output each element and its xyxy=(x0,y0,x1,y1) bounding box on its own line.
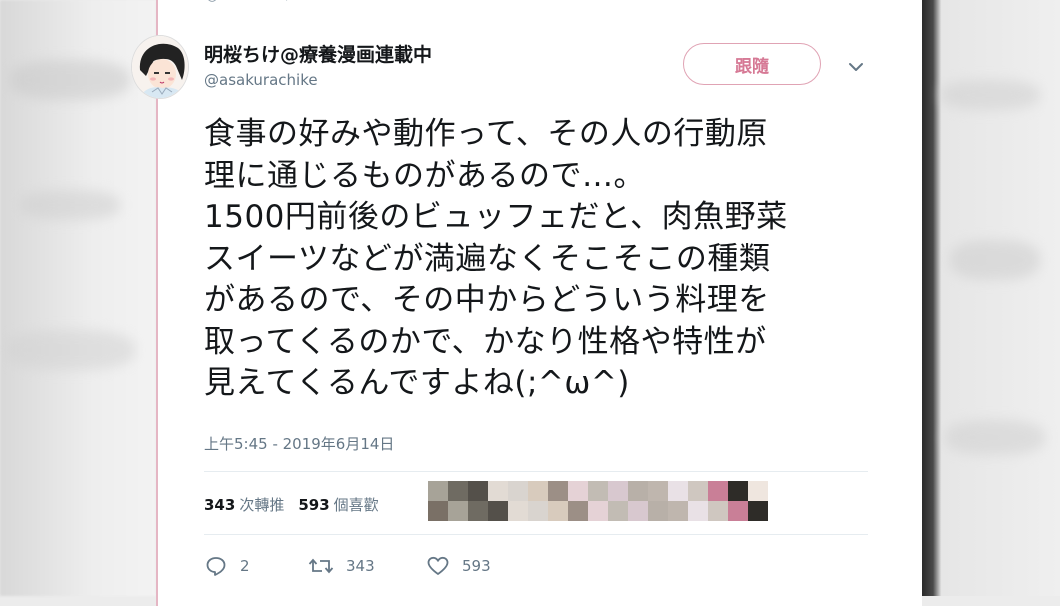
background-blur xyxy=(945,420,1045,455)
blurred-avatar-pixel xyxy=(728,481,748,501)
chevron-down-icon[interactable] xyxy=(844,55,868,79)
blurred-avatar-pixel xyxy=(648,501,668,521)
blurred-avatar-pixel xyxy=(468,501,488,521)
like-stat[interactable]: 593 個喜歡 xyxy=(298,494,378,515)
blurred-avatar-pixel xyxy=(568,501,588,521)
reply-icon[interactable]: ○ xyxy=(206,0,218,4)
like-stat-label: 個喜歡 xyxy=(333,496,379,514)
retweet-stat[interactable]: 343 次轉推 xyxy=(204,494,284,515)
background-blur xyxy=(10,60,130,100)
blurred-avatar-pixel xyxy=(708,501,728,521)
blurred-avatar-pixel xyxy=(448,501,468,521)
blurred-avatar-pixel xyxy=(528,501,548,521)
blurred-avatar-pixel xyxy=(428,481,448,501)
follow-button[interactable]: 跟隨 xyxy=(683,43,821,85)
reply-icon xyxy=(206,557,226,576)
background-blur xyxy=(5,330,135,370)
blurred-avatar-pixel xyxy=(508,481,528,501)
tweet-stats: 343 次轉推 593 個喜歡 xyxy=(204,494,379,515)
retweet-count: 343 xyxy=(204,496,236,514)
heart-icon xyxy=(427,556,449,575)
blurred-avatar-pixel xyxy=(588,481,608,501)
background-blur xyxy=(950,240,1040,280)
retweet-action-count: 343 xyxy=(346,557,375,575)
previous-tweet-actions: ○ ⇆ ♡ xyxy=(206,0,363,4)
blurred-avatar-pixel xyxy=(708,481,728,501)
display-name[interactable]: 明桜ちけ@療養漫画連載中 xyxy=(204,40,432,67)
blurred-avatar-pixel xyxy=(648,481,668,501)
retweet-stat-label: 次轉推 xyxy=(239,496,285,514)
blurred-avatar-pixel xyxy=(608,501,628,521)
like-count: 593 xyxy=(298,496,330,514)
divider xyxy=(204,471,868,472)
blurred-avatar-pixel xyxy=(748,481,768,501)
blurred-avatar-pixel xyxy=(628,481,648,501)
blurred-avatar-pixel xyxy=(568,481,588,501)
blurred-avatar-pixel xyxy=(728,501,748,521)
tweet-timestamp[interactable]: 上午5:45 - 2019年6月14日 xyxy=(204,433,394,454)
blurred-avatar-pixel xyxy=(588,501,608,521)
background-blur xyxy=(20,190,120,220)
retweet-icon xyxy=(308,558,334,574)
blurred-avatar-pixel xyxy=(468,481,488,501)
blurred-avatar-pixel xyxy=(748,501,768,521)
blurred-avatar-pixel xyxy=(508,501,528,521)
liker-avatars-blurred xyxy=(428,481,774,521)
blurred-avatar-pixel xyxy=(608,481,628,501)
background-blur xyxy=(940,80,1040,110)
blurred-avatar-pixel xyxy=(668,481,688,501)
retweet-action[interactable]: 343 xyxy=(308,554,426,578)
heart-icon[interactable]: ♡ xyxy=(350,0,363,4)
blurred-avatar-pixel xyxy=(488,501,508,521)
avatar[interactable] xyxy=(132,36,188,98)
blurred-avatar-pixel xyxy=(528,481,548,501)
reply-count: 2 xyxy=(240,557,250,575)
blurred-avatar-pixel xyxy=(488,481,508,501)
blurred-avatar-pixel xyxy=(628,501,648,521)
blurred-avatar-pixel xyxy=(448,481,468,501)
blurred-avatar-pixel xyxy=(428,501,448,521)
tweet-actions: 2 343 593 xyxy=(204,552,491,580)
retweet-icon[interactable]: ⇆ xyxy=(278,0,290,4)
tweet-text: 食事の好みや動作って、その人の行動原 理に通じるものがあるので…。 1500円前… xyxy=(204,116,788,401)
blurred-avatar-pixel xyxy=(688,501,708,521)
blurred-avatar-pixel xyxy=(548,501,568,521)
avatar-illustration xyxy=(132,36,188,98)
reply-action[interactable]: 2 xyxy=(204,554,308,578)
divider xyxy=(204,534,868,535)
like-action[interactable]: 593 xyxy=(426,554,491,578)
blurred-avatar-pixel xyxy=(668,501,688,521)
like-action-count: 593 xyxy=(462,557,491,575)
blurred-avatar-pixel xyxy=(548,481,568,501)
user-handle[interactable]: @asakurachike xyxy=(204,71,318,89)
blurred-avatar-pixel xyxy=(688,481,708,501)
